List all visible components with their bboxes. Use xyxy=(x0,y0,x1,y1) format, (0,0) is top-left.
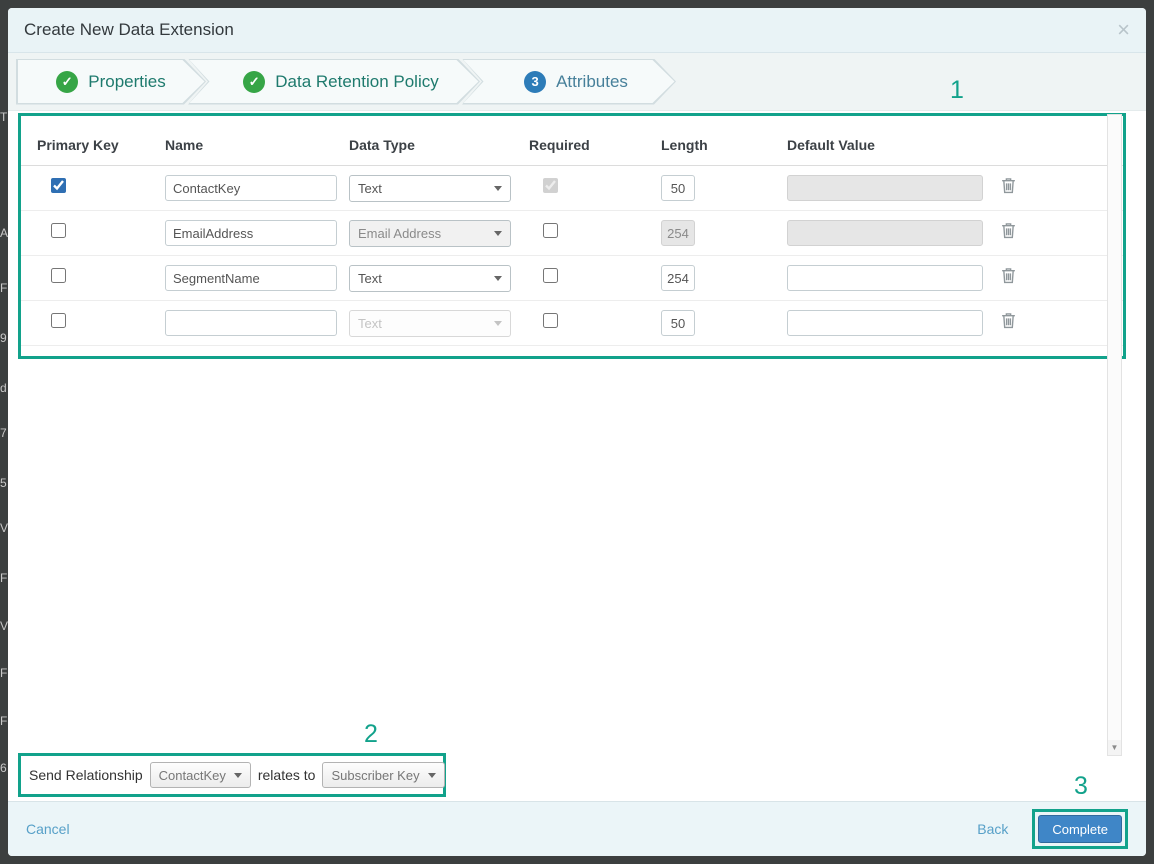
background-text-fragment: F xyxy=(0,571,7,585)
modal-footer: Cancel Back Complete xyxy=(8,801,1146,856)
create-data-extension-modal: Create New Data Extension × ✓ Properties… xyxy=(8,8,1146,856)
send-relationship-field-value: ContactKey xyxy=(159,768,226,783)
background-text-fragment: 9 xyxy=(0,331,7,345)
tab-data-retention-policy[interactable]: ✓ Data Retention Policy xyxy=(188,59,480,105)
subscriber-key-select[interactable]: Subscriber Key xyxy=(322,762,444,788)
attributes-table-highlight-box: Primary Key Name Data Type Required Leng… xyxy=(18,113,1126,359)
data-type-value: Email Address xyxy=(358,226,494,241)
name-input[interactable] xyxy=(165,265,337,291)
default-value-input xyxy=(787,175,983,201)
step-number-icon: 3 xyxy=(524,71,546,93)
cancel-link[interactable]: Cancel xyxy=(26,821,70,837)
primary-key-checkbox[interactable] xyxy=(51,178,66,193)
data-type-select[interactable]: Text xyxy=(349,265,511,292)
chevron-down-icon xyxy=(428,773,436,778)
column-header-length: Length xyxy=(661,137,787,153)
length-input[interactable] xyxy=(661,265,695,291)
trash-icon[interactable] xyxy=(1001,267,1016,284)
column-header-data-type: Data Type xyxy=(349,137,529,153)
wizard-tab-strip: ✓ Properties ✓ Data Retention Policy 3 A… xyxy=(8,53,1146,111)
tab-properties[interactable]: ✓ Properties xyxy=(16,59,206,105)
annotation-number-2: 2 xyxy=(364,720,378,749)
chevron-down-icon xyxy=(234,773,242,778)
background-text-fragment: 6 xyxy=(0,761,7,775)
tab-attributes[interactable]: 3 Attributes xyxy=(462,59,676,105)
column-header-name: Name xyxy=(165,137,349,153)
table-row: Text xyxy=(21,256,1123,301)
background-text-fragment: A xyxy=(0,226,8,240)
tab-properties-label: Properties xyxy=(88,72,165,92)
trash-icon[interactable] xyxy=(1001,312,1016,329)
required-checkbox xyxy=(543,178,558,193)
background-text-fragment: 5 xyxy=(0,476,7,490)
tab-attributes-label: Attributes xyxy=(556,72,628,92)
background-text-fragment: d xyxy=(0,381,7,395)
name-input[interactable] xyxy=(165,220,337,246)
data-type-select[interactable]: Text xyxy=(349,175,511,202)
data-type-value: Text xyxy=(358,181,494,196)
modal-header: Create New Data Extension × xyxy=(8,8,1146,53)
required-checkbox[interactable] xyxy=(543,268,558,283)
data-type-value: Text xyxy=(358,271,494,286)
background-text-fragment: F xyxy=(0,714,7,728)
scrollbar-down-arrow-icon[interactable]: ▼ xyxy=(1108,740,1121,755)
annotation-number-1: 1 xyxy=(950,76,964,105)
table-row: Text xyxy=(21,301,1123,346)
background-text-fragment: T xyxy=(0,110,7,124)
default-value-input[interactable] xyxy=(787,265,983,291)
column-header-required: Required xyxy=(529,137,661,153)
trash-icon[interactable] xyxy=(1001,222,1016,239)
primary-key-checkbox[interactable] xyxy=(51,313,66,328)
subscriber-key-value: Subscriber Key xyxy=(331,768,419,783)
complete-button-highlight-box: Complete xyxy=(1032,809,1128,849)
background-text-fragment: V xyxy=(0,521,8,535)
send-relationship-label: Send Relationship xyxy=(29,767,143,783)
background-text-fragment: F xyxy=(0,281,7,295)
data-type-select[interactable]: Email Address xyxy=(349,220,511,247)
trash-icon[interactable] xyxy=(1001,177,1016,194)
default-value-input[interactable] xyxy=(787,310,983,336)
data-type-select: Text xyxy=(349,310,511,337)
send-relationship-highlight-box: Send Relationship ContactKey relates to … xyxy=(18,753,446,797)
check-circle-icon: ✓ xyxy=(56,71,78,93)
close-icon[interactable]: × xyxy=(1117,19,1130,41)
table-row: Text xyxy=(21,166,1123,211)
required-checkbox[interactable] xyxy=(543,313,558,328)
primary-key-checkbox[interactable] xyxy=(51,223,66,238)
data-type-value: Text xyxy=(358,316,494,331)
background-text-fragment: 7 xyxy=(0,426,7,440)
back-link[interactable]: Back xyxy=(977,821,1008,837)
length-input[interactable] xyxy=(661,310,695,336)
background-text-fragment: V xyxy=(0,619,8,633)
tab-data-retention-policy-label: Data Retention Policy xyxy=(275,72,438,92)
required-checkbox[interactable] xyxy=(543,223,558,238)
length-input[interactable] xyxy=(661,175,695,201)
relates-to-label: relates to xyxy=(258,767,316,783)
table-row: Email Address xyxy=(21,211,1123,256)
default-value-input xyxy=(787,220,983,246)
background-text-fragment: F xyxy=(0,666,7,680)
chevron-down-icon xyxy=(494,231,502,236)
column-header-default-value: Default Value xyxy=(787,137,993,153)
length-input xyxy=(661,220,695,246)
primary-key-checkbox[interactable] xyxy=(51,268,66,283)
check-circle-icon: ✓ xyxy=(243,71,265,93)
name-input[interactable] xyxy=(165,310,337,336)
send-relationship-field-select[interactable]: ContactKey xyxy=(150,762,251,788)
column-header-primary-key: Primary Key xyxy=(37,137,165,153)
vertical-scrollbar[interactable]: ▼ xyxy=(1107,114,1122,756)
chevron-down-icon xyxy=(494,321,502,326)
chevron-down-icon xyxy=(494,186,502,191)
complete-button[interactable]: Complete xyxy=(1038,815,1122,843)
attributes-table-header: Primary Key Name Data Type Required Leng… xyxy=(21,124,1123,166)
name-input[interactable] xyxy=(165,175,337,201)
annotation-number-3: 3 xyxy=(1074,772,1088,801)
modal-title: Create New Data Extension xyxy=(24,20,234,40)
chevron-down-icon xyxy=(494,276,502,281)
